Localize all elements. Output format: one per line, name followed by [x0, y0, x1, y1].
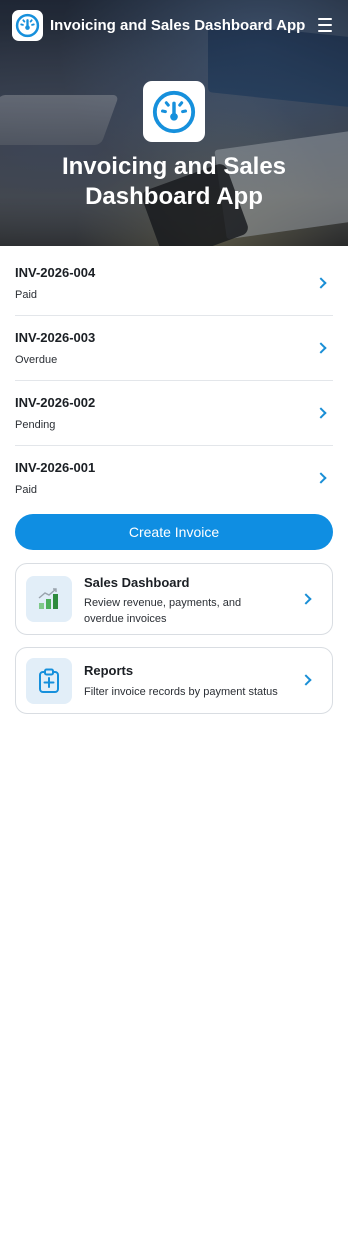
card-title: Sales Dashboard — [84, 575, 190, 590]
app-title: Invoicing and Sales Dashboard App — [50, 16, 306, 34]
invoice-list: INV-2026-004 Paid INV-2026-003 Overdue I… — [15, 251, 333, 511]
card-title: Reports — [84, 663, 134, 678]
chevron-right-icon — [300, 593, 312, 605]
clipboard-plus-icon — [26, 658, 72, 704]
sales-dashboard-card[interactable]: Sales Dashboard Review revenue, payments… — [15, 563, 333, 635]
invoice-id: INV-2026-002 — [15, 395, 96, 410]
invoice-status: Paid — [15, 289, 38, 301]
invoice-id: INV-2026-004 — [15, 265, 96, 280]
invoice-list-item[interactable]: INV-2026-003 Overdue — [15, 316, 333, 381]
chevron-right-icon — [315, 472, 327, 484]
invoice-status: Paid — [15, 484, 38, 496]
invoice-list-item[interactable]: INV-2026-004 Paid — [15, 251, 333, 316]
create-invoice-button[interactable]: Create Invoice — [15, 514, 333, 550]
speedometer-icon — [15, 13, 40, 37]
invoice-list-item[interactable]: INV-2026-001 Paid — [15, 446, 333, 511]
hero-logo — [143, 81, 205, 142]
chevron-right-icon — [315, 277, 327, 289]
hamburger-menu-icon — [318, 18, 332, 20]
speedometer-icon — [152, 90, 196, 133]
app-bar: Invoicing and Sales Dashboard App — [0, 0, 348, 50]
invoice-id: INV-2026-001 — [15, 460, 96, 475]
menu-button[interactable] — [314, 14, 336, 36]
chevron-right-icon — [315, 342, 327, 354]
invoice-list-item[interactable]: INV-2026-002 Pending — [15, 381, 333, 446]
reports-card[interactable]: Reports Filter invoice records by paymen… — [15, 647, 333, 714]
invoice-status: Overdue — [15, 354, 58, 366]
hero-title: Invoicing and Sales Dashboard App — [61, 153, 287, 210]
invoice-id: INV-2026-003 — [15, 330, 96, 345]
chevron-right-icon — [315, 407, 327, 419]
card-description: Filter invoice records by payment status — [84, 686, 278, 698]
invoice-status: Pending — [15, 419, 56, 431]
card-description: Review revenue, payments, and overdue in… — [84, 597, 242, 625]
hero-banner: Invoicing and Sales Dashboard App Invoic… — [0, 0, 348, 246]
bar-chart-trend-icon — [26, 576, 72, 622]
app-logo[interactable] — [12, 9, 43, 41]
